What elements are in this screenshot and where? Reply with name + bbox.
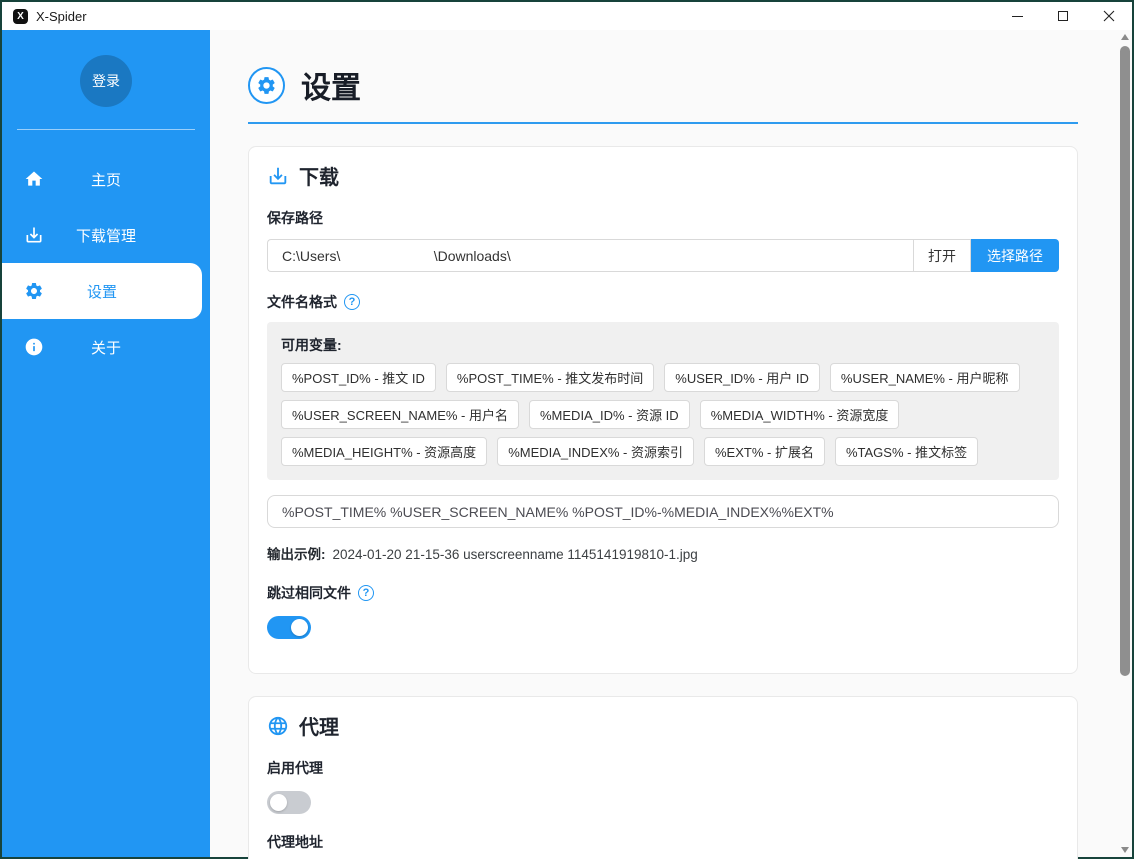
close-icon — [1103, 10, 1115, 22]
output-example-value: 2024-01-20 21-15-36 userscreenname 11451… — [333, 547, 698, 562]
output-example-label: 输出示例: — [267, 547, 326, 562]
sidebar-menu: 主页 下载管理 设置 — [2, 151, 210, 375]
gear-icon — [23, 280, 45, 302]
app-logo-icon: X — [13, 9, 28, 24]
section-title-text: 代理 — [299, 711, 339, 740]
proxy-section-title: 代理 — [267, 711, 1059, 740]
scroll-up-icon — [1121, 34, 1129, 40]
variable-chip-row: %USER_SCREEN_NAME% - 用户名 %MEDIA_ID% - 资源 … — [281, 400, 1045, 429]
window-controls — [994, 2, 1132, 30]
header-divider — [248, 122, 1078, 124]
sidebar-item-home[interactable]: 主页 — [2, 151, 210, 207]
output-example-line: 输出示例: 2024-01-20 21-15-36 userscreenname … — [267, 543, 1059, 563]
save-path-label: 保存路径 — [267, 208, 1059, 228]
globe-icon — [267, 715, 289, 737]
info-icon — [23, 336, 45, 358]
toggle-knob — [291, 619, 308, 636]
variable-chip: %USER_ID% - 用户 ID — [664, 363, 820, 392]
variables-panel: 可用变量: %POST_ID% - 推文 ID %POST_TIME% - 推文发… — [267, 322, 1059, 480]
variable-chip: %EXT% - 扩展名 — [704, 437, 825, 466]
download-section: 下载 保存路径 打开 选择路径 文件名格式 ? 可用变量: %POST_ — [248, 146, 1078, 674]
choose-path-button[interactable]: 选择路径 — [971, 239, 1059, 272]
scroll-up-button[interactable] — [1118, 30, 1132, 44]
download-tray-icon — [267, 165, 289, 187]
filename-format-label: 文件名格式 — [267, 292, 337, 312]
proxy-address-label: 代理地址 — [267, 832, 1059, 852]
open-button[interactable]: 打开 — [913, 239, 971, 272]
sidebar-item-settings[interactable]: 设置 — [2, 263, 202, 319]
scroll-down-button[interactable] — [1118, 843, 1132, 857]
variable-chip-row: %POST_ID% - 推文 ID %POST_TIME% - 推文发布时间 %US… — [281, 363, 1045, 392]
variable-chip: %USER_SCREEN_NAME% - 用户名 — [281, 400, 519, 429]
variable-chip: %USER_NAME% - 用户昵称 — [830, 363, 1020, 392]
sidebar: 登录 主页 下载管理 — [2, 30, 210, 857]
help-icon[interactable]: ? — [358, 585, 374, 601]
main-area: 设置 下载 保存路径 打开 选择路径 文件名 — [210, 30, 1132, 857]
variable-chip: %POST_ID% - 推文 ID — [281, 363, 436, 392]
variable-chip: %MEDIA_WIDTH% - 资源宽度 — [700, 400, 900, 429]
save-path-input[interactable] — [267, 239, 913, 272]
filename-format-label-row: 文件名格式 ? — [267, 292, 1059, 312]
variable-chip: %POST_TIME% - 推文发布时间 — [446, 363, 654, 392]
skip-same-label: 跳过相同文件 — [267, 583, 351, 603]
scrollbar-track[interactable] — [1118, 44, 1132, 843]
page-title: 设置 — [301, 63, 361, 107]
skip-same-label-row: 跳过相同文件 ? — [267, 583, 1059, 603]
enable-proxy-label: 启用代理 — [267, 758, 1059, 778]
app-window: X X-Spider 登录 主页 — [0, 0, 1134, 859]
home-icon — [23, 168, 45, 190]
variable-chip: %TAGS% - 推文标签 — [835, 437, 978, 466]
scroll-down-icon — [1121, 847, 1129, 853]
enable-proxy-toggle[interactable] — [267, 791, 311, 814]
maximize-button[interactable] — [1040, 2, 1086, 30]
sidebar-divider — [17, 129, 195, 130]
window-title: X-Spider — [36, 9, 87, 24]
sidebar-item-about[interactable]: 关于 — [2, 319, 210, 375]
section-title-text: 下载 — [299, 161, 339, 190]
app-body: 登录 主页 下载管理 — [2, 30, 1132, 857]
variables-title: 可用变量: — [281, 335, 1045, 355]
minimize-icon — [1012, 16, 1023, 17]
minimize-button[interactable] — [994, 2, 1040, 30]
scrollbar-thumb[interactable] — [1120, 46, 1130, 676]
variable-chip-row: %MEDIA_HEIGHT% - 资源高度 %MEDIA_INDEX% - 资源索… — [281, 437, 1045, 466]
proxy-section: 代理 启用代理 代理地址 — [248, 696, 1078, 859]
variable-chip: %MEDIA_INDEX% - 资源索引 — [497, 437, 694, 466]
save-path-group: 打开 选择路径 — [267, 239, 1059, 272]
help-icon[interactable]: ? — [344, 294, 360, 310]
variable-chip: %MEDIA_HEIGHT% - 资源高度 — [281, 437, 487, 466]
login-button[interactable]: 登录 — [80, 55, 132, 107]
download-icon — [23, 224, 45, 246]
download-section-title: 下载 — [267, 161, 1059, 190]
page-header: 设置 — [248, 63, 1078, 107]
variable-chip-rows: %POST_ID% - 推文 ID %POST_TIME% - 推文发布时间 %US… — [281, 363, 1045, 466]
gear-icon — [248, 67, 285, 104]
settings-page: 设置 下载 保存路径 打开 选择路径 文件名 — [248, 30, 1078, 857]
toggle-knob — [270, 794, 287, 811]
variable-chip: %MEDIA_ID% - 资源 ID — [529, 400, 690, 429]
scrollbar[interactable] — [1118, 30, 1132, 857]
filename-format-input[interactable] — [267, 495, 1059, 528]
maximize-icon — [1058, 11, 1068, 21]
title-bar: X X-Spider — [2, 2, 1132, 30]
close-button[interactable] — [1086, 2, 1132, 30]
sidebar-item-download-manager[interactable]: 下载管理 — [2, 207, 210, 263]
skip-same-toggle[interactable] — [267, 616, 311, 639]
title-bar-left: X X-Spider — [2, 9, 87, 24]
